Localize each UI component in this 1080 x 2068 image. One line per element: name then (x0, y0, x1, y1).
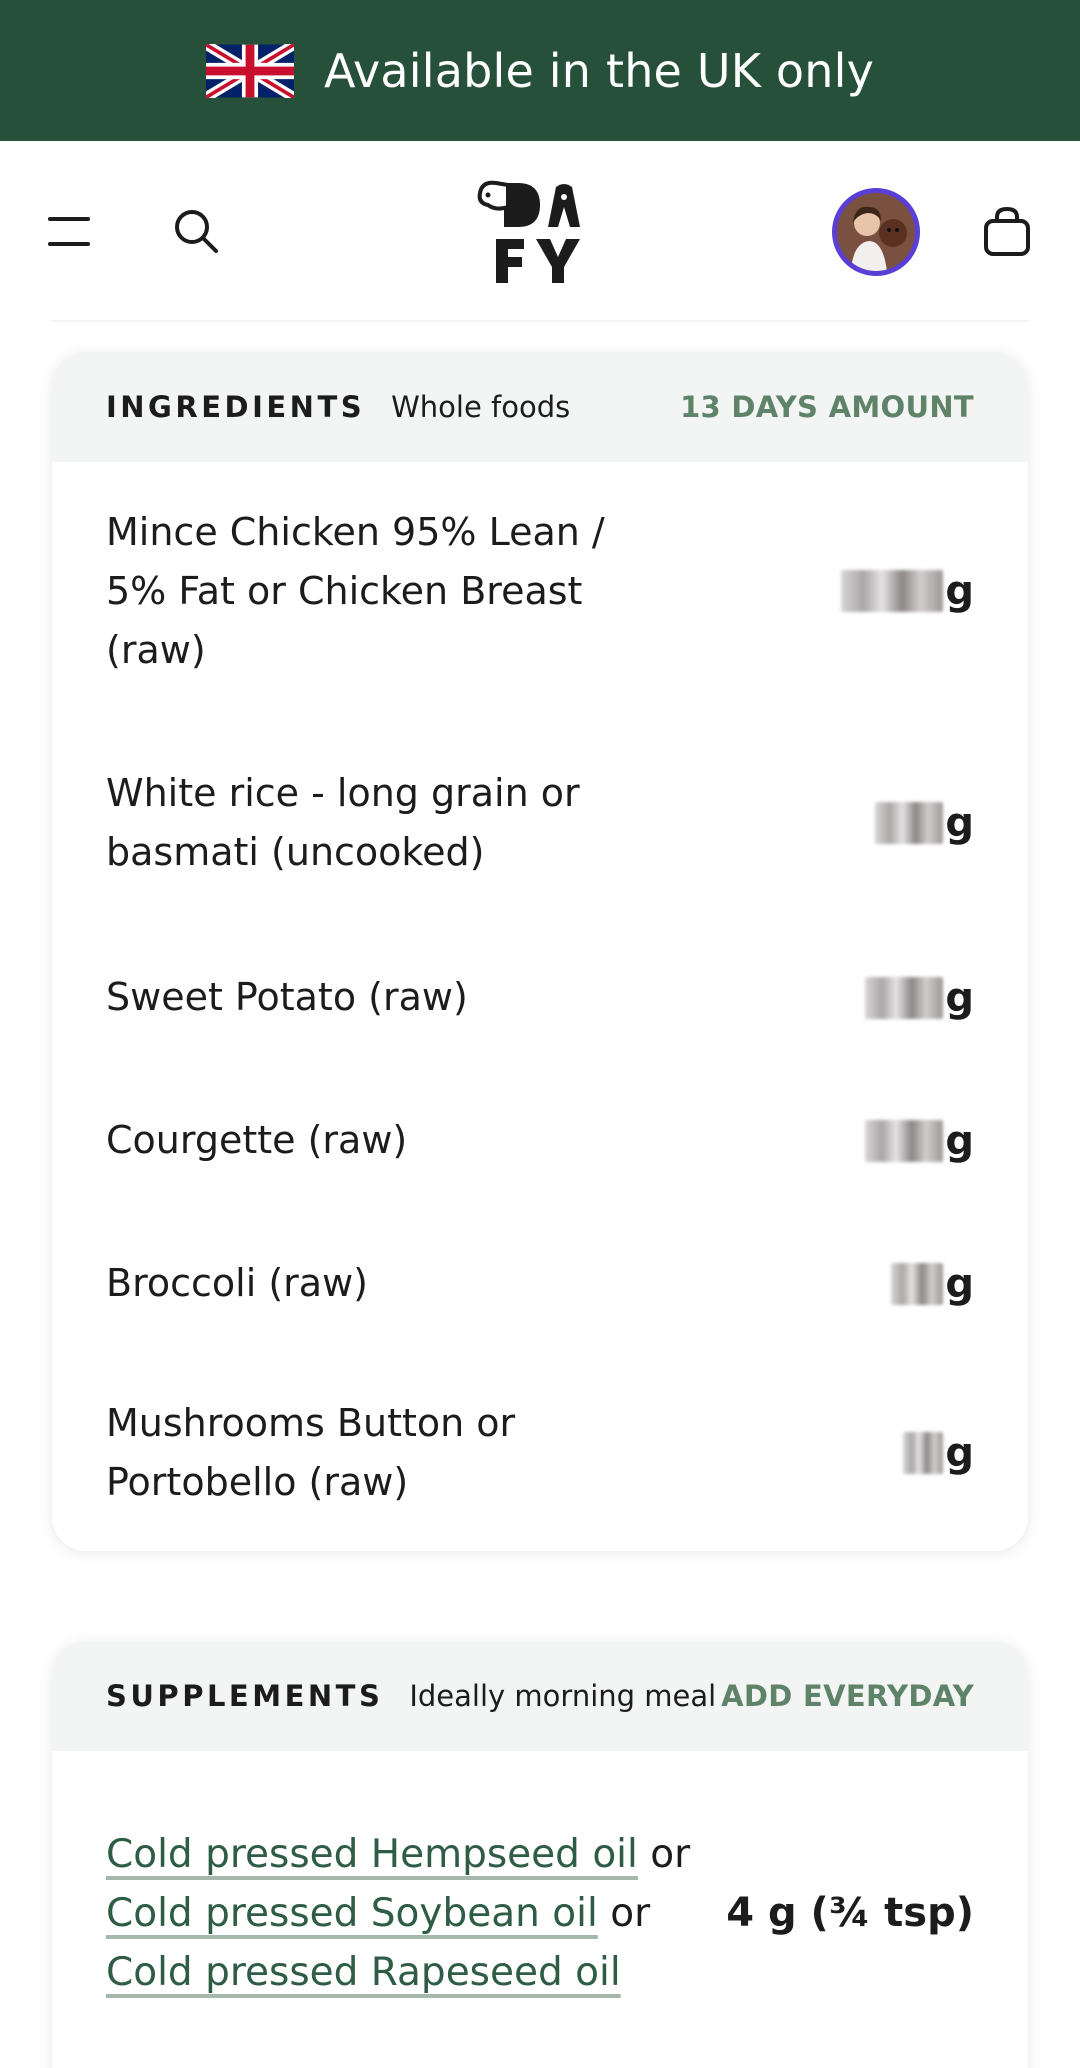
ingredient-unit: g (945, 568, 974, 614)
ingredient-unit: g (945, 800, 974, 846)
ingredient-name: Sweet Potato (raw) (106, 975, 468, 1019)
redacted-amount (903, 1432, 944, 1474)
ingredient-row: White rice - long grain or basmati (unco… (52, 720, 1028, 926)
supplements-header: SUPPLEMENTS Ideally morning meal ADD EVE… (52, 1641, 1028, 1751)
supplement-amount: 4 g (¾ tsp) (726, 1890, 974, 1936)
ingredient-amount: g (875, 800, 974, 846)
or-separator: or (650, 1831, 691, 1877)
redacted-amount (865, 1119, 944, 1162)
search-icon[interactable] (172, 207, 220, 255)
ingredients-amount-label: 13 DAYS AMOUNT (680, 390, 974, 424)
supplement-row: Cold pressed Hempseed oil or Cold presse… (52, 1751, 1028, 2068)
ingredient-amount: g (903, 1430, 974, 1476)
avatar-image (837, 193, 915, 271)
redacted-amount (865, 976, 944, 1019)
user-avatar[interactable] (832, 188, 920, 276)
ingredient-unit: g (945, 1260, 974, 1307)
site-header (0, 141, 1080, 321)
ingredient-name: Mushrooms Button or Portobello (raw) (106, 1401, 516, 1504)
supplements-card: SUPPLEMENTS Ideally morning meal ADD EVE… (52, 1641, 1028, 2068)
uk-flag-icon (205, 43, 294, 98)
or-separator: or (610, 1890, 651, 1936)
ingredient-row: Mushrooms Button or Portobello (raw) g (52, 1355, 1028, 1551)
ingredients-title: INGREDIENTS (106, 390, 366, 424)
redacted-amount (841, 570, 944, 612)
banner-text: Available in the UK only (323, 43, 875, 98)
redacted-amount (891, 1262, 944, 1305)
hempseed-oil-link[interactable]: Cold pressed Hempseed oil (106, 1832, 638, 1877)
supplements-add-label: ADD EVERYDAY (721, 1679, 974, 1713)
ingredient-row: Broccoli (raw) g (52, 1212, 1028, 1355)
ingredient-row: Mince Chicken 95% Lean / 5% Fat or Chick… (52, 462, 1028, 720)
rapeseed-oil-link[interactable]: Cold pressed Rapeseed oil (106, 1950, 621, 1995)
ingredient-name: Broccoli (raw) (106, 1261, 368, 1305)
ingredient-unit: g (945, 1430, 974, 1476)
ingredient-amount: g (841, 568, 974, 614)
ingredients-card: INGREDIENTS Whole foods 13 DAYS AMOUNT M… (52, 352, 1028, 1551)
dofy-logo[interactable] (474, 177, 598, 287)
ingredients-header: INGREDIENTS Whole foods 13 DAYS AMOUNT (52, 352, 1028, 462)
supplements-subtitle: Ideally morning meal (409, 1679, 717, 1713)
region-banner: Available in the UK only (0, 0, 1080, 141)
ingredient-row: Sweet Potato (raw) g (52, 926, 1028, 1069)
supplement-options: Cold pressed Hempseed oil or Cold presse… (106, 1825, 706, 2002)
ingredients-subtitle: Whole foods (391, 390, 571, 424)
supplements-title: SUPPLEMENTS (106, 1679, 384, 1713)
ingredient-name: White rice - long grain or basmati (unco… (106, 771, 580, 874)
ingredient-name: Mince Chicken 95% Lean / 5% Fat or Chick… (106, 509, 605, 672)
ingredient-name: Courgette (raw) (106, 1118, 408, 1162)
ingredient-unit: g (945, 974, 974, 1021)
ingredient-unit: g (945, 1117, 974, 1164)
soybean-oil-link[interactable]: Cold pressed Soybean oil (106, 1891, 598, 1936)
shopping-bag-icon[interactable] (982, 205, 1032, 257)
hamburger-menu-icon[interactable] (48, 217, 90, 247)
ingredient-row: Courgette (raw) g (52, 1069, 1028, 1212)
header-divider (52, 320, 1028, 322)
redacted-amount (875, 802, 944, 844)
ingredient-amount: g (865, 1118, 974, 1164)
ingredient-amount: g (891, 1261, 974, 1307)
ingredient-amount: g (865, 975, 974, 1021)
